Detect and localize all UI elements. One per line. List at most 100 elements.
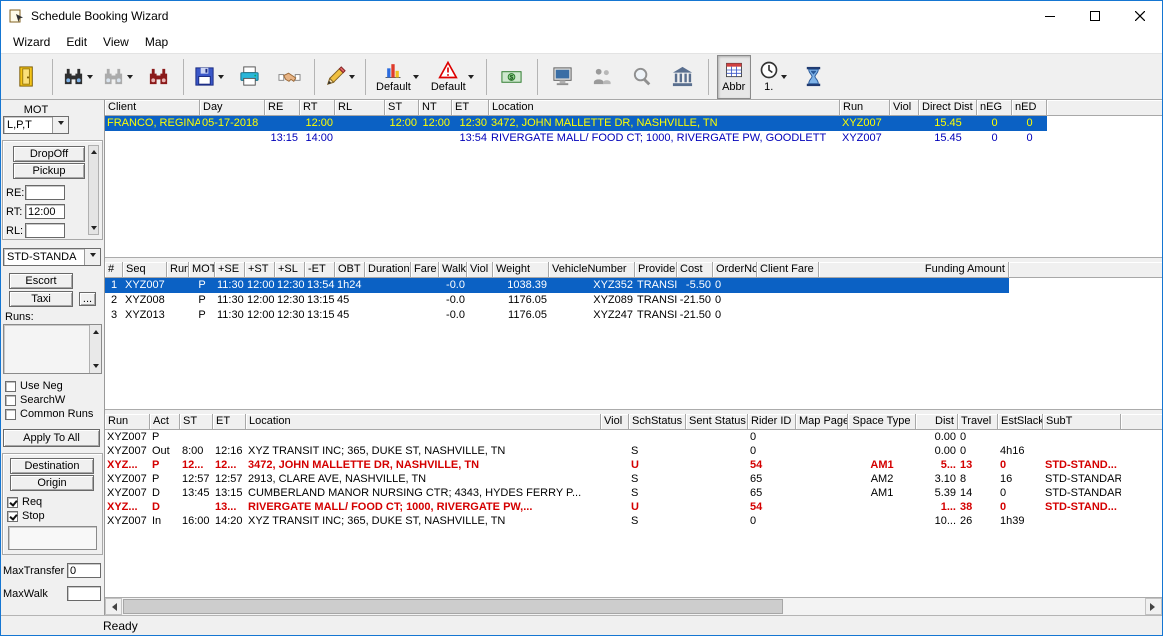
column-header-nt[interactable]: NT — [419, 100, 452, 116]
find-client-button[interactable] — [61, 57, 95, 97]
column-header-et[interactable]: ET — [452, 100, 489, 116]
providers-button[interactable] — [666, 57, 700, 97]
save-button[interactable] — [192, 57, 226, 97]
horizontal-scrollbar[interactable] — [105, 598, 1162, 615]
column-header-rt[interactable]: RT — [300, 100, 335, 116]
column-header-st[interactable]: ST — [385, 100, 419, 116]
table-row[interactable]: XYZ007P00.000 — [105, 430, 1121, 444]
max-transfer-input[interactable] — [67, 563, 101, 578]
column-header-subt[interactable]: SubT — [1043, 414, 1121, 430]
req-checkbox[interactable]: Req — [3, 495, 102, 509]
checkbox-box[interactable] — [5, 381, 16, 392]
menu-map[interactable]: Map — [137, 31, 176, 53]
dropdown-arrow-icon[interactable] — [411, 71, 421, 82]
table-row[interactable]: FRANCO, REGINA05-17-201812:0012:0012:001… — [105, 116, 1047, 131]
stop-checkbox[interactable]: Stop — [3, 509, 102, 523]
column-header-dist[interactable]: Dist — [916, 414, 958, 430]
table-row[interactable]: XYZ007Out8:0012:16XYZ TRANSIT INC; 365, … — [105, 444, 1121, 458]
close-button[interactable] — [1117, 1, 1162, 31]
escort-button[interactable]: Escort — [9, 273, 73, 289]
column-header-funding-amount[interactable]: Funding Amount — [819, 262, 1009, 278]
minimize-button[interactable] — [1027, 1, 1072, 31]
service-type-combobox[interactable]: STD-STANDA — [3, 248, 101, 266]
stops-listbox[interactable] — [8, 526, 97, 550]
origin-button[interactable]: Origin — [10, 475, 94, 491]
menu-edit[interactable]: Edit — [58, 31, 95, 53]
time-window-button[interactable]: 1. — [757, 55, 791, 99]
scroll-down-arrow-icon[interactable] — [91, 226, 97, 233]
schedule-default-button[interactable]: Default — [374, 55, 423, 99]
column-header--sl[interactable]: +SL — [275, 262, 305, 278]
confirm-booking-button[interactable] — [272, 57, 306, 97]
dropdown-arrow-icon[interactable] — [347, 71, 357, 82]
taxi-button[interactable]: Taxi — [9, 291, 73, 307]
column-header--et[interactable]: -ET — [305, 262, 335, 278]
max-walk-input[interactable] — [67, 586, 101, 601]
column-header-schstatus[interactable]: SchStatus — [629, 414, 686, 430]
column-header-neg[interactable]: nEG — [977, 100, 1012, 116]
table-row[interactable]: 2XYZ008P11:3012:0012:3013:1545-0.01176.0… — [105, 293, 1009, 308]
runs-listbox[interactable] — [3, 324, 102, 374]
dropdown-arrow-icon[interactable] — [216, 71, 226, 82]
column-header-provider[interactable]: Provider — [635, 262, 677, 278]
edit-button[interactable] — [323, 57, 357, 97]
column-header-viol[interactable]: Viol — [601, 414, 629, 430]
table-row[interactable]: XYZ007P12:5712:572913, CLARE AVE, NASHVI… — [105, 472, 1121, 486]
column-header-seq[interactable]: Seq — [123, 262, 167, 278]
print-button[interactable] — [232, 57, 266, 97]
table-row[interactable]: XYZ007D13:4513:15CUMBERLAND MANOR NURSIN… — [105, 486, 1121, 500]
column-header-direct-dist[interactable]: Direct Dist — [919, 100, 977, 116]
column-header-duration[interactable]: Duration — [365, 262, 411, 278]
dropdown-arrow-icon[interactable] — [466, 71, 476, 82]
column-header-act[interactable]: Act — [150, 414, 180, 430]
runs-scrollbar[interactable] — [89, 325, 101, 373]
table-row[interactable]: 13:1514:0013:54RIVERGATE MALL/ FOOD CT; … — [105, 131, 1047, 146]
table-row[interactable]: XYZ007In16:0014:20XYZ TRANSIT INC; 365, … — [105, 514, 1121, 528]
column-header--se[interactable]: +SE — [215, 262, 245, 278]
rt-input[interactable] — [25, 204, 65, 219]
column-header-obt[interactable]: OBT — [335, 262, 365, 278]
dropdown-arrow-icon[interactable] — [779, 71, 789, 82]
pickup-button[interactable]: Pickup — [13, 163, 85, 179]
column-header-rider-id[interactable]: Rider ID — [748, 414, 796, 430]
column-header-sent-status[interactable]: Sent Status — [686, 414, 748, 430]
chevron-down-icon[interactable] — [84, 249, 100, 265]
fare-button[interactable]: $ — [495, 57, 529, 97]
checkbox-box[interactable] — [5, 395, 16, 406]
violations-default-button[interactable]: Default — [429, 55, 478, 99]
dropdown-arrow-icon[interactable] — [85, 71, 95, 82]
find-booking-button[interactable] — [141, 57, 175, 97]
checkbox-box[interactable] — [7, 497, 18, 508]
column-header-estslack[interactable]: EstSlack — [998, 414, 1043, 430]
column-header-run[interactable]: Run — [840, 100, 890, 116]
maximize-button[interactable] — [1072, 1, 1117, 31]
menu-wizard[interactable]: Wizard — [5, 31, 58, 53]
table-row[interactable]: XYZ...D13...RIVERGATE MALL/ FOOD CT; 100… — [105, 500, 1121, 514]
destination-button[interactable]: Destination — [10, 458, 94, 474]
column-header-fare[interactable]: Fare — [411, 262, 439, 278]
exit-button[interactable] — [10, 57, 44, 97]
table-row[interactable]: 3XYZ013P11:3012:0012:3013:1545-0.01176.0… — [105, 308, 1009, 323]
column-header-orderno[interactable]: OrderNo — [713, 262, 757, 278]
column-header-travel[interactable]: Travel — [958, 414, 998, 430]
scroll-left-button[interactable] — [105, 598, 122, 615]
column-header-mot[interactable]: MOT — [189, 262, 215, 278]
column-header-walk[interactable]: Walk — [439, 262, 467, 278]
scroll-right-button[interactable] — [1145, 598, 1162, 615]
column-header-re[interactable]: RE — [265, 100, 300, 116]
mot-combobox[interactable]: L,P,T — [3, 116, 69, 134]
re-input[interactable] — [25, 185, 65, 200]
checkbox-box[interactable] — [7, 511, 18, 522]
rl-input[interactable] — [25, 223, 65, 238]
scroll-up-arrow-icon[interactable] — [91, 147, 97, 154]
column-header-cost[interactable]: Cost — [677, 262, 713, 278]
column-header-viol[interactable]: Viol — [467, 262, 493, 278]
table-row[interactable]: XYZ...P12...12...3472, JOHN MALLETTE DR,… — [105, 458, 1121, 472]
column-header-map-page[interactable]: Map Page — [796, 414, 848, 430]
column-header-run[interactable]: Run — [105, 414, 150, 430]
column-header-et[interactable]: ET — [213, 414, 246, 430]
chevron-down-icon[interactable] — [52, 117, 68, 133]
column-header-client[interactable]: Client — [105, 100, 200, 116]
dropdown-arrow-icon[interactable] — [125, 71, 135, 82]
taxi-more-button[interactable]: ... — [79, 292, 96, 306]
